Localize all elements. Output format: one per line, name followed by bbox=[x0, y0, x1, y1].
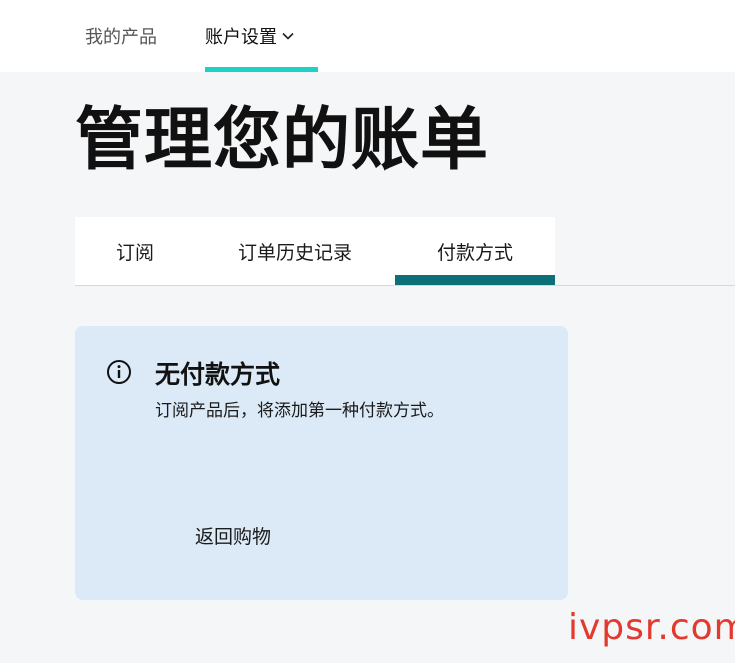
chevron-down-icon bbox=[282, 32, 294, 40]
notice-description: 订阅产品后，将添加第一种付款方式。 bbox=[155, 401, 444, 421]
watermark-logo: ivpsr.com bbox=[568, 607, 735, 648]
page-title: 管理您的账单 bbox=[75, 101, 490, 180]
tab-active-indicator bbox=[395, 275, 555, 285]
info-icon bbox=[107, 360, 131, 384]
tab-subscriptions[interactable]: 订阅 bbox=[75, 217, 195, 285]
billing-tabs: 订阅 订单历史记录 付款方式 bbox=[75, 217, 555, 285]
tab-order-history-label: 订单历史记录 bbox=[237, 241, 352, 264]
nav-my-products[interactable]: 我的产品 bbox=[85, 0, 157, 72]
nav-account-settings[interactable]: 账户设置 bbox=[205, 0, 294, 72]
nav-account-settings-label: 账户设置 bbox=[205, 27, 277, 48]
no-payment-notice: 无付款方式 订阅产品后，将添加第一种付款方式。 返回购物 bbox=[75, 326, 568, 600]
notice-title: 无付款方式 bbox=[155, 360, 281, 389]
tabs-divider bbox=[75, 285, 735, 286]
back-to-shopping-link[interactable]: 返回购物 bbox=[195, 522, 271, 549]
tab-subscriptions-label: 订阅 bbox=[115, 241, 154, 264]
tab-payment-methods-label: 付款方式 bbox=[436, 241, 513, 264]
tab-order-history[interactable]: 订单历史记录 bbox=[215, 217, 375, 285]
nav-my-products-label: 我的产品 bbox=[85, 27, 157, 48]
top-navigation: 我的产品 账户设置 bbox=[0, 0, 735, 72]
nav-active-indicator bbox=[205, 67, 318, 72]
